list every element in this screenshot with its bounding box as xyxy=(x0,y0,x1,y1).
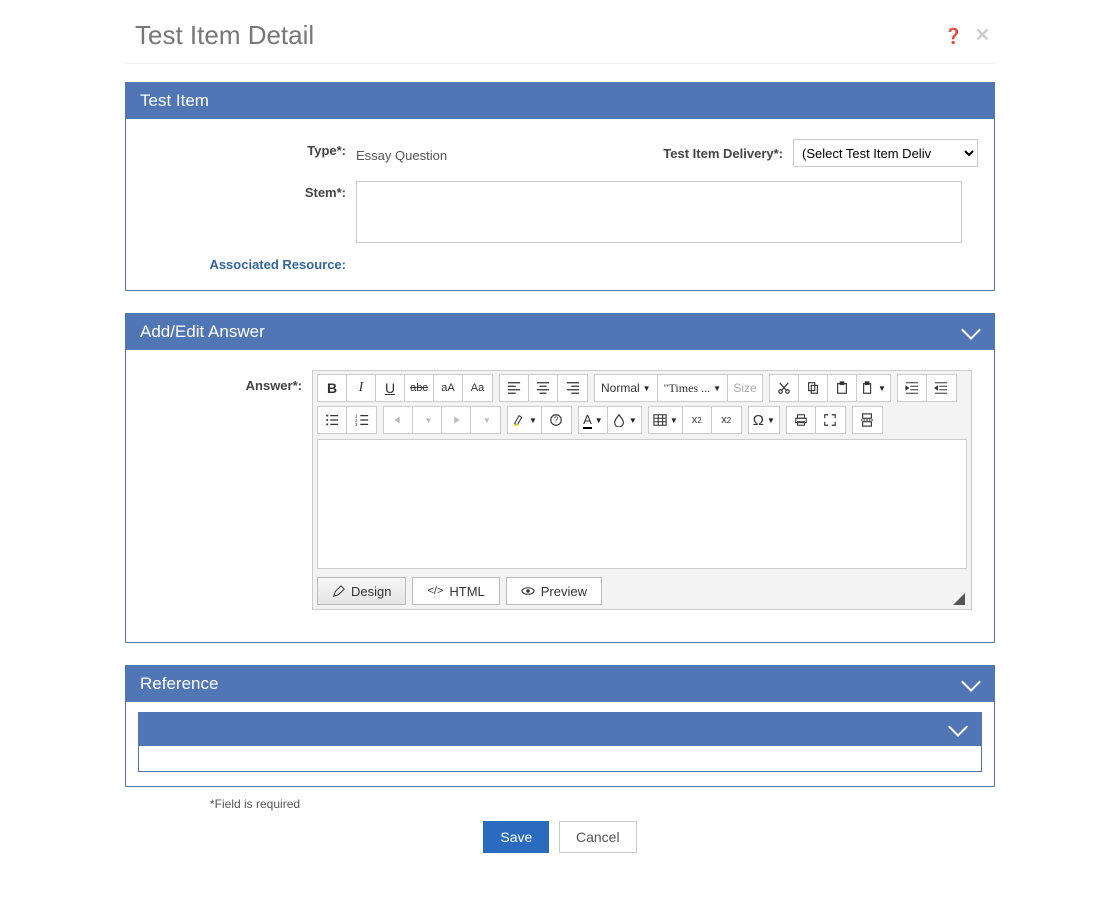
delivery-label: Test Item Delivery*: xyxy=(663,146,783,161)
numbered-list-button[interactable]: 123 xyxy=(347,407,376,433)
test-item-panel-header: Test Item xyxy=(126,83,994,119)
paste-options-button[interactable]: ▼ xyxy=(857,375,890,401)
font-color-button[interactable]: A▼ xyxy=(579,407,608,433)
stem-input[interactable] xyxy=(356,181,962,243)
code-icon: </> xyxy=(427,585,443,597)
type-value: Essay Question xyxy=(356,144,556,163)
svg-text:3: 3 xyxy=(355,422,358,427)
strikethrough-button[interactable]: abc xyxy=(405,375,434,401)
paragraph-format-select[interactable]: Normal▼ xyxy=(595,375,658,401)
align-center-button[interactable] xyxy=(529,375,558,401)
save-button[interactable]: Save xyxy=(483,821,549,853)
design-tab[interactable]: Design xyxy=(317,577,406,605)
redo-button[interactable] xyxy=(442,407,471,433)
page-break-button[interactable] xyxy=(853,407,882,433)
required-note: *Field is required xyxy=(210,797,1120,811)
help-icon[interactable]: ❓ xyxy=(944,27,963,45)
cancel-button[interactable]: Cancel xyxy=(559,821,637,853)
test-item-panel: Test Item Type*: Essay Question Test Ite… xyxy=(125,82,995,291)
html-tab[interactable]: </> HTML xyxy=(412,577,499,605)
test-item-panel-title: Test Item xyxy=(140,91,209,111)
chevron-down-icon xyxy=(961,320,981,340)
resize-handle-icon[interactable] xyxy=(953,593,965,605)
italic-button[interactable]: I xyxy=(347,375,376,401)
pencil-icon xyxy=(332,585,345,598)
editor-content[interactable] xyxy=(317,439,967,569)
preview-tab[interactable]: Preview xyxy=(506,577,602,605)
cut-button[interactable] xyxy=(770,375,799,401)
bold-button[interactable]: B xyxy=(318,375,347,401)
reference-panel: Reference xyxy=(125,665,995,787)
answer-label: Answer*: xyxy=(142,370,312,393)
header-divider xyxy=(125,63,995,64)
indent-button[interactable] xyxy=(898,375,927,401)
svg-text:?: ? xyxy=(554,416,559,425)
undo-dropdown[interactable]: ▼ xyxy=(413,407,442,433)
answer-panel-header[interactable]: Add/Edit Answer xyxy=(126,314,994,350)
redo-dropdown[interactable]: ▼ xyxy=(471,407,500,433)
uppercase-button[interactable]: aA xyxy=(434,375,463,401)
chevron-down-icon xyxy=(948,717,968,737)
symbol-button[interactable]: Ω▼ xyxy=(749,407,779,433)
outdent-button[interactable] xyxy=(927,375,956,401)
underline-button[interactable]: U xyxy=(376,375,405,401)
font-family-select[interactable]: "Times ...▼ xyxy=(658,375,728,401)
close-icon[interactable]: ✕ xyxy=(975,25,990,46)
undo-button[interactable] xyxy=(384,407,413,433)
editor-toolbar: B I U abc aA Aa xyxy=(313,371,971,437)
delivery-select[interactable]: (Select Test Item Deliv xyxy=(793,139,978,167)
chevron-down-icon xyxy=(961,672,981,692)
fullscreen-button[interactable] xyxy=(816,407,845,433)
associated-resource-link[interactable]: Associated Resource: xyxy=(209,257,346,272)
table-button[interactable]: ▼ xyxy=(649,407,683,433)
subscript-button[interactable]: x2 xyxy=(683,407,712,433)
reference-panel-title: Reference xyxy=(140,674,218,694)
answer-panel-title: Add/Edit Answer xyxy=(140,322,265,342)
copy-button[interactable] xyxy=(799,375,828,401)
titlecase-button[interactable]: Aa xyxy=(463,375,492,401)
font-size-select[interactable]: Size xyxy=(728,375,762,401)
type-label: Type*: xyxy=(142,139,356,158)
highlight-button[interactable]: ▼ xyxy=(508,407,542,433)
bullet-list-button[interactable] xyxy=(318,407,347,433)
back-color-button[interactable]: ▼ xyxy=(608,407,641,433)
stem-label: Stem*: xyxy=(142,181,356,200)
help-button[interactable]: ? xyxy=(542,407,571,433)
paste-button[interactable] xyxy=(828,375,857,401)
align-left-button[interactable] xyxy=(500,375,529,401)
rich-text-editor: B I U abc aA Aa xyxy=(312,370,972,610)
reference-sub-header[interactable] xyxy=(138,712,982,746)
reference-content[interactable] xyxy=(138,746,982,772)
eye-icon xyxy=(521,584,535,598)
page-title: Test Item Detail xyxy=(135,20,932,51)
print-button[interactable] xyxy=(787,407,816,433)
reference-panel-header[interactable]: Reference xyxy=(126,666,994,702)
answer-panel: Add/Edit Answer Answer*: B I U abc xyxy=(125,313,995,643)
align-right-button[interactable] xyxy=(558,375,587,401)
superscript-button[interactable]: x2 xyxy=(712,407,741,433)
